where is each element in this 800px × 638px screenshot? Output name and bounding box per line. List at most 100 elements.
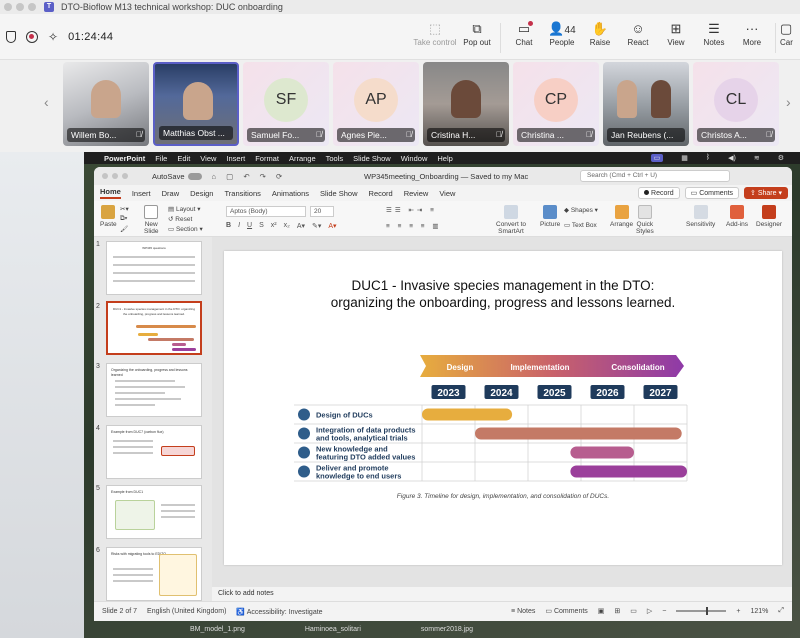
pop-out-button[interactable]: ⧉ Pop out	[458, 20, 496, 56]
italic-button[interactable]: I	[238, 222, 240, 230]
slide-thumbnail[interactable]: Example from DUC1	[106, 485, 202, 539]
tab-slide-show[interactable]: Slide Show	[320, 189, 358, 198]
zoom-level[interactable]: 121%	[750, 608, 768, 615]
convert-smartart-button[interactable]: Convert to SmartArt	[496, 205, 526, 235]
strikethrough-button[interactable]: S	[259, 222, 264, 230]
camera-button[interactable]: ▢ Car	[780, 20, 800, 56]
notes-placeholder[interactable]: Click to add notes	[212, 587, 792, 601]
participant-tile[interactable]: Cristina H... 🎙̸	[423, 62, 509, 146]
new-slide-button[interactable]: New Slide	[144, 205, 158, 235]
comments-button[interactable]: ▭ Comments	[684, 187, 740, 199]
normal-view-icon[interactable]: ▣	[598, 607, 605, 615]
font-color-button[interactable]: A▾	[328, 222, 336, 230]
autosave-toggle[interactable]: AutoSave	[152, 172, 202, 181]
participant-tile[interactable]: AP Agnes Pie... 🎙̸	[333, 62, 419, 146]
participant-tile[interactable]: Matthias Obst ...	[153, 62, 239, 146]
zoom-slider[interactable]	[676, 607, 727, 615]
chevron-right-icon[interactable]: ›	[786, 94, 791, 110]
current-slide[interactable]: DUC1 - Invasive species management in th…	[224, 251, 782, 565]
subscript-button[interactable]: x₂	[284, 222, 290, 230]
participant-tile[interactable]: CL Christos A... 🎙̸	[693, 62, 779, 146]
reading-view-icon[interactable]: ▭	[630, 607, 637, 615]
menu-help[interactable]: Help	[437, 154, 452, 163]
quick-styles-button[interactable]: Quick Styles	[636, 205, 654, 235]
superscript-button[interactable]: x²	[271, 222, 277, 230]
addins-button[interactable]: Add-ins	[726, 205, 748, 228]
text-effects-button[interactable]: A▾	[297, 222, 305, 230]
tab-review[interactable]: Review	[404, 189, 429, 198]
chat-button[interactable]: ▭ Chat	[505, 20, 543, 56]
slide-thumbnail-active[interactable]: DUC1 - Invasive species management in th…	[106, 301, 202, 355]
align-buttons[interactable]: ≡ ≡ ≡ ≡ ▥	[386, 222, 442, 230]
tab-transitions[interactable]: Transitions	[224, 189, 260, 198]
control-center-icon[interactable]: ⚙	[778, 154, 784, 162]
menu-slide-show[interactable]: Slide Show	[353, 154, 391, 163]
wifi-icon[interactable]: ≋	[754, 154, 760, 162]
notes-button[interactable]: ☰ Notes	[695, 20, 733, 56]
participant-tile[interactable]: Jan Reubens (...	[603, 62, 689, 146]
tab-insert[interactable]: Insert	[132, 189, 151, 198]
tab-record[interactable]: Record	[369, 189, 393, 198]
menu-tools[interactable]: Tools	[326, 154, 344, 163]
screen-share-status-icon[interactable]: ▭	[650, 154, 664, 162]
language-indicator[interactable]: English (United Kingdom)	[147, 608, 226, 615]
view-button[interactable]: ⊞ View	[657, 20, 695, 56]
fit-to-window-icon[interactable]: ⤢	[778, 607, 784, 615]
tab-view[interactable]: View	[439, 189, 455, 198]
menu-app-name[interactable]: PowerPoint	[104, 154, 145, 163]
tab-home[interactable]: Home	[100, 187, 121, 199]
recording-icon[interactable]	[26, 31, 38, 43]
bold-button[interactable]: B	[226, 222, 231, 230]
font-family-select[interactable]: Aptos (Body)	[226, 206, 306, 217]
font-size-select[interactable]: 20	[310, 206, 334, 217]
zoom-window-button[interactable]	[122, 173, 128, 179]
desktop-file[interactable]: sommer2018.jpg	[421, 626, 473, 633]
format-painter-icon[interactable]: 🖌	[120, 225, 128, 233]
slide-thumbnail[interactable]: Organizing the onboarding, progress and …	[106, 363, 202, 417]
text-box-button[interactable]: ▭ Text Box	[564, 221, 597, 229]
arrange-button[interactable]: Arrange	[610, 205, 633, 228]
grid-status-icon[interactable]: ▦	[681, 154, 688, 162]
document-name[interactable]: WP345meeting_Onboarding — Saved to my Ma…	[364, 172, 528, 181]
close-window-button[interactable]	[102, 173, 108, 179]
tab-design[interactable]: Design	[190, 189, 213, 198]
slide-thumbnail[interactable]: Risks with migrating tools to EDITO	[106, 547, 202, 601]
picture-button[interactable]: Picture	[540, 205, 560, 228]
menu-view[interactable]: View	[200, 154, 216, 163]
highlight-button[interactable]: ✎▾	[312, 222, 321, 230]
bluetooth-icon[interactable]: ᛒ	[706, 154, 710, 162]
participant-tile[interactable]: CP Christina ... 🎙̸	[513, 62, 599, 146]
layout-button[interactable]: ▤ Layout ▾	[168, 205, 201, 213]
zoom-window-button[interactable]	[28, 3, 36, 11]
close-window-button[interactable]	[4, 3, 12, 11]
menu-file[interactable]: File	[155, 154, 167, 163]
list-buttons[interactable]: ☰☰ ⇤⇥ ≡	[386, 206, 437, 214]
participant-tile[interactable]: SF Samuel Fo... 🎙̸	[243, 62, 329, 146]
minimize-window-button[interactable]	[16, 3, 24, 11]
menu-edit[interactable]: Edit	[177, 154, 190, 163]
shapes-button[interactable]: ◆ Shapes ▾	[564, 206, 598, 214]
slideshow-icon[interactable]: ▷	[647, 607, 652, 615]
share-button[interactable]: ⇪ Share ▾	[744, 187, 788, 199]
copilot-sparkle-icon[interactable]: ✧	[48, 30, 58, 44]
slide-sorter-icon[interactable]: ⊞	[614, 607, 620, 615]
record-button[interactable]: Record	[638, 187, 680, 199]
desktop-file[interactable]: Haminoea_solitari	[305, 626, 361, 633]
slide-thumbnail[interactable]: Example from DUC7 (carbon flux)	[106, 425, 202, 479]
volume-icon[interactable]: ◀)	[728, 154, 736, 162]
more-button[interactable]: ··· More	[733, 20, 771, 56]
participant-tile[interactable]: Willem Bo... 🎙̸	[63, 62, 149, 146]
menu-window[interactable]: Window	[401, 154, 428, 163]
desktop-file[interactable]: BM_model_1.png	[190, 626, 245, 633]
shield-icon[interactable]	[6, 31, 16, 43]
search-input[interactable]: Search (Cmd + Ctrl + U)	[580, 170, 730, 182]
people-button[interactable]: 👤44 People	[543, 20, 581, 56]
zoom-in-icon[interactable]: +	[736, 608, 740, 615]
minimize-window-button[interactable]	[112, 173, 118, 179]
designer-button[interactable]: Designer	[756, 205, 782, 228]
zoom-out-icon[interactable]: −	[662, 608, 666, 615]
quick-access-toolbar[interactable]: ⌂ ▢ ↶ ↷ ⟳	[212, 172, 287, 181]
raise-button[interactable]: ✋ Raise	[581, 20, 619, 56]
menu-format[interactable]: Format	[255, 154, 279, 163]
sensitivity-button[interactable]: Sensitivity	[686, 205, 715, 228]
